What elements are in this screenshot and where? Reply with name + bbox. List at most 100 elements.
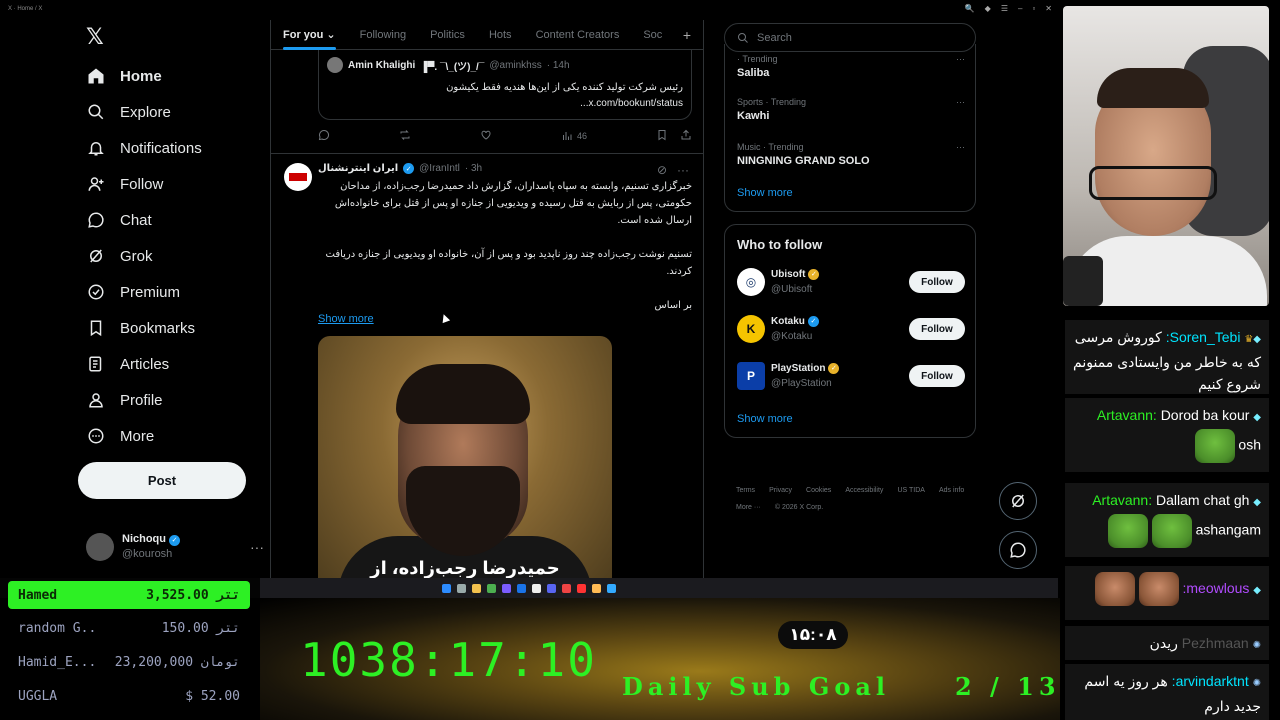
app-icon[interactable]	[517, 583, 526, 593]
footer-link[interactable]: Privacy	[769, 482, 792, 499]
donor-name: Hamid_E...	[18, 654, 97, 670]
nav-chat[interactable]: Chat	[86, 208, 152, 232]
tab-soc[interactable]: Soc	[631, 20, 674, 50]
post-button[interactable]: Post	[78, 462, 246, 499]
x-logo-icon[interactable]: 𝕏	[86, 24, 104, 50]
wtf-show-more-link[interactable]: Show more	[737, 413, 793, 425]
show-more-link[interactable]: Show more	[318, 313, 374, 325]
grok-icon[interactable]: ⊘	[657, 163, 667, 177]
like-icon[interactable]	[480, 129, 492, 143]
chat-text: ashangam	[1195, 521, 1261, 538]
footer-link[interactable]: Accessibility	[845, 482, 883, 499]
tweet-image[interactable]: حمیدرضا رجب‌زاده، از	[318, 336, 612, 578]
tab-hots[interactable]: Hots	[477, 20, 524, 50]
nav-follow[interactable]: Follow	[86, 172, 163, 196]
tweet-author-name[interactable]: ایران اینترنشنال	[318, 163, 398, 174]
chevron-down-icon: ⌄	[326, 29, 336, 41]
follow-button[interactable]: Follow	[909, 318, 965, 340]
nav-explore[interactable]: Explore	[86, 100, 171, 124]
nav-bookmarks[interactable]: Bookmarks	[86, 316, 195, 340]
grok-fab-button[interactable]	[999, 482, 1037, 520]
who-to-follow-title: Who to follow	[737, 237, 823, 252]
account-handle: @kourosh	[122, 548, 173, 560]
footer-link[interactable]: US TIDA	[897, 482, 925, 499]
messages-fab-button[interactable]	[999, 531, 1037, 569]
quoted-time: · 14h	[546, 59, 570, 71]
trend-more-icon[interactable]: ···	[956, 97, 965, 107]
tab-content-creators[interactable]: Content Creators	[524, 20, 632, 50]
search-taskbar-icon[interactable]	[457, 583, 466, 593]
zoom-icon[interactable]: 🔍	[965, 4, 975, 13]
add-tab-icon[interactable]: +	[683, 27, 703, 43]
minimize-icon[interactable]: –	[1018, 4, 1022, 13]
trend-item[interactable]: Sports · Trending Kawhi ···	[737, 97, 965, 122]
nav-premium[interactable]: Premium	[86, 280, 180, 304]
app-icon[interactable]	[577, 583, 586, 593]
nav-profile[interactable]: Profile	[86, 388, 163, 412]
brave-icon[interactable]	[592, 583, 601, 593]
share-icon[interactable]	[680, 129, 692, 143]
sub-goal-count: 2 / 13	[955, 672, 1061, 701]
iranintl-avatar[interactable]	[284, 163, 312, 191]
nav-notifications[interactable]: Notifications	[86, 136, 202, 160]
discord-icon[interactable]	[547, 583, 556, 593]
x-app-icon[interactable]	[532, 583, 541, 593]
follow-suggestion[interactable]: ◎ Ubisoft ✓ @Ubisoft Follow	[737, 265, 965, 299]
footer-link[interactable]: Ads info	[939, 482, 964, 499]
explorer-icon[interactable]	[472, 583, 481, 593]
trend-item[interactable]: Music · Trending NINGNING GRAND SOLO ···	[737, 142, 965, 167]
donation-row: Hamid_E... 23,200,000 تومان	[8, 648, 250, 676]
account-more-icon[interactable]: ···	[250, 539, 264, 555]
app-icon[interactable]	[487, 583, 496, 593]
bookmark-icon[interactable]	[656, 129, 668, 143]
search-input[interactable]: Search	[724, 23, 976, 52]
app-icon[interactable]	[502, 583, 511, 593]
ubisoft-logo-icon: ◎	[737, 268, 765, 296]
nav-home[interactable]: Home	[86, 64, 162, 88]
right-sidebar: · Trending Saliba ··· Sports · Trending …	[722, 20, 978, 578]
tab-politics[interactable]: Politics	[418, 20, 477, 50]
app-icon[interactable]	[562, 583, 571, 593]
quoted-link[interactable]: x.com/bookunt/status...	[343, 98, 683, 109]
follow-button[interactable]: Follow	[909, 271, 965, 293]
views-count[interactable]: 46	[561, 130, 587, 142]
window-title: X · Home / X	[8, 6, 43, 12]
footer-links: Terms Privacy Cookies Accessibility US T…	[736, 482, 972, 516]
nav-grok[interactable]: Grok	[86, 244, 153, 268]
chat-message: ✺ Pezhmaan ریدن	[1065, 626, 1269, 660]
trends-show-more-link[interactable]: Show more	[737, 187, 793, 199]
articles-icon	[86, 354, 106, 374]
menu-icon[interactable]: ☰	[1001, 4, 1008, 13]
trend-more-icon[interactable]: ···	[956, 142, 965, 152]
suggestion-handle: @PlayStation	[771, 378, 832, 389]
search-placeholder: Search	[757, 31, 792, 44]
follow-suggestion[interactable]: P PlayStation ✓ @PlayStation Follow	[737, 359, 965, 393]
quoted-tweet[interactable]: Amin Khalighi ▐▀. ¯\_(ツ)_/¯ @aminkhss · …	[318, 50, 692, 120]
microphone	[1063, 256, 1103, 306]
tab-following[interactable]: Following	[348, 20, 418, 50]
footer-link[interactable]: More ···	[736, 499, 761, 516]
nav-articles[interactable]: Articles	[86, 352, 169, 376]
maximize-icon[interactable]: ▫	[1032, 4, 1035, 13]
start-icon[interactable]	[442, 583, 451, 593]
tab-for-you[interactable]: For you ⌄	[271, 20, 348, 50]
tweet-paragraph: خبرگزاری تسنیم، وابسته به سپاه پاسداران،…	[334, 181, 692, 226]
app-icon[interactable]	[607, 583, 616, 593]
who-to-follow-card: Who to follow ◎ Ubisoft ✓ @Ubisoft Follow…	[724, 224, 976, 438]
extension-icon[interactable]: ◆	[985, 4, 991, 13]
stream-chat: ◆♛ Soren_Tebi: کوروش مرسی که به خاطر من …	[1063, 310, 1269, 720]
follow-suggestion[interactable]: K Kotaku ✓ @Kotaku Follow	[737, 312, 965, 346]
trend-more-icon[interactable]: ···	[956, 54, 965, 64]
close-icon[interactable]: ✕	[1045, 4, 1052, 13]
tweet-more-icon[interactable]: ···	[677, 163, 689, 177]
footer-link[interactable]: Terms	[736, 482, 755, 499]
footer-link[interactable]: Cookies	[806, 482, 831, 499]
account-switcher[interactable]: Nichoqu ✓ @kourosh ···	[86, 530, 264, 564]
donation-amount: 23,200,000 تومان	[114, 654, 240, 670]
nav-more[interactable]: More	[86, 424, 154, 448]
trend-item[interactable]: · Trending Saliba ···	[737, 54, 965, 79]
reply-icon[interactable]	[318, 129, 330, 143]
follow-button[interactable]: Follow	[909, 365, 965, 387]
retweet-icon[interactable]	[399, 129, 411, 143]
nav-label: Notifications	[120, 139, 202, 157]
